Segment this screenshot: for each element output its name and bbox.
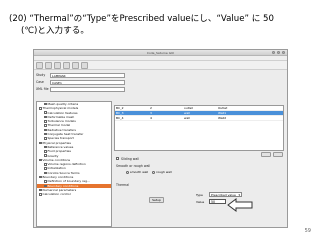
- tree-node-icon: [44, 111, 47, 114]
- tree-node-icon: [44, 184, 47, 188]
- table-cell: BC_2: [116, 106, 124, 110]
- table-cell: BC_3: [116, 111, 124, 115]
- thermal-type-value: Prescribed value: [211, 193, 236, 197]
- smooth-wall-label: smooth wall: [130, 170, 149, 174]
- rough-wall-label: rough wall: [156, 170, 172, 174]
- boundary-zones-table: BC_2 2 outlet Outlet BC_3 3 wall Wall1 BC_4 4 wall…: [114, 105, 284, 151]
- thermal-type-select[interactable]: Prescribed value ▾: [209, 192, 242, 197]
- thermal-section-label: Thermal: [116, 183, 130, 187]
- tree-node-icon: [44, 163, 47, 166]
- study-field[interactable]: LAMINAR: [50, 72, 125, 78]
- maximize-button[interactable]: [277, 51, 280, 54]
- thermal-type-row: Type Prescribed value ▾: [196, 192, 242, 197]
- window-title: Code_Saturne GUI: [146, 51, 175, 55]
- study-row: Study LAMINAR: [36, 72, 125, 78]
- smooth-wall-radio[interactable]: [126, 170, 129, 174]
- tree-node-icon: [44, 150, 47, 153]
- tree-node-icon: [39, 158, 42, 162]
- tree-node-icon: [44, 128, 47, 132]
- case-label: Case: [36, 80, 44, 84]
- open-file-icon[interactable]: [45, 62, 52, 69]
- table-cell: Outlet: [218, 106, 228, 110]
- close-button[interactable]: [282, 51, 285, 54]
- thermal-value-row: Value 50: [196, 199, 226, 204]
- table-cell: outlet: [184, 106, 193, 110]
- wall-type-section-label: Smooth or rough wall: [116, 164, 151, 168]
- table-cell: wall: [184, 116, 190, 120]
- xml-row: XML file: [36, 86, 125, 92]
- tree-node-icon: [44, 132, 47, 136]
- navigation-tree: Mesh quality criteria Thermophysical mode…: [36, 101, 112, 227]
- table-cell: Wall1: [218, 111, 227, 115]
- table-cell: wall: [184, 111, 190, 115]
- chevron-down-icon: ▾: [238, 193, 240, 197]
- study-label: Study: [36, 73, 46, 77]
- tree-node-icon: [44, 145, 47, 149]
- wall-type-options: smooth wall rough wall: [126, 170, 172, 174]
- rough-wall-radio[interactable]: [152, 170, 156, 174]
- sliding-wall-checkbox[interactable]: [116, 157, 119, 160]
- tree-node-icon: [39, 175, 42, 179]
- table-cell: 3: [150, 111, 152, 115]
- undo-icon[interactable]: [63, 62, 70, 69]
- tree-node-icon: [44, 102, 47, 106]
- setup-button[interactable]: Setup: [149, 197, 164, 203]
- tree-node-icon: [44, 115, 47, 119]
- tree-item-label: Calculation control: [42, 192, 71, 197]
- table-row[interactable]: BC_4 4 wall Wall2: [115, 116, 283, 121]
- page-number: 59: [304, 228, 311, 234]
- boundary-add-button[interactable]: [261, 152, 271, 157]
- case-row: Case CASE1: [36, 79, 125, 85]
- slide-title-line1: (20) “Thermal”の“Type”をPrescribed valueにし…: [9, 14, 274, 24]
- pointing-arrow-icon: [227, 198, 253, 212]
- save-file-icon[interactable]: [54, 62, 61, 69]
- xml-field[interactable]: [50, 86, 125, 92]
- toolbar: [34, 61, 287, 70]
- thermal-value-label: Value: [196, 199, 205, 204]
- tree-node-icon: [44, 154, 47, 157]
- tree-node-icon: [44, 171, 47, 175]
- tree-node-icon: [39, 188, 42, 192]
- table-cell: Wall2: [218, 116, 227, 120]
- minimize-button[interactable]: [272, 51, 275, 54]
- thermal-type-label: Type: [196, 192, 203, 197]
- tree-node-icon: [44, 137, 47, 140]
- window-controls: [272, 51, 285, 54]
- tree-node-icon: [44, 167, 47, 170]
- slide-title: (20) “Thermal”の“Type”をPrescribed valueにし…: [9, 13, 314, 37]
- new-file-icon[interactable]: [36, 62, 43, 69]
- tree-node-icon: [44, 124, 47, 127]
- tree-node-icon: [39, 107, 42, 110]
- run-icon[interactable]: [81, 62, 88, 69]
- rough-wall-option[interactable]: rough wall: [152, 170, 172, 174]
- tree-node-icon: [39, 193, 42, 196]
- tree-node-icon: [39, 141, 42, 145]
- smooth-wall-option[interactable]: smooth wall: [126, 170, 148, 174]
- table-cell: 4: [150, 116, 152, 120]
- tree-node-icon: [44, 180, 47, 183]
- xml-label: XML file: [36, 87, 49, 91]
- boundary-remove-button[interactable]: [273, 152, 283, 157]
- thermal-value-input[interactable]: 50: [209, 199, 226, 204]
- table-cell: BC_4: [116, 116, 124, 120]
- redo-icon[interactable]: [72, 62, 79, 69]
- slide-title-line2: (℃)と入力する。: [21, 26, 89, 36]
- table-cell: 2: [150, 106, 152, 110]
- tree-item[interactable]: Calculation control: [37, 192, 111, 196]
- sliding-wall-label: Sliding wall: [121, 157, 140, 161]
- tree-node-icon: [44, 120, 47, 123]
- case-field[interactable]: CASE1: [50, 79, 125, 85]
